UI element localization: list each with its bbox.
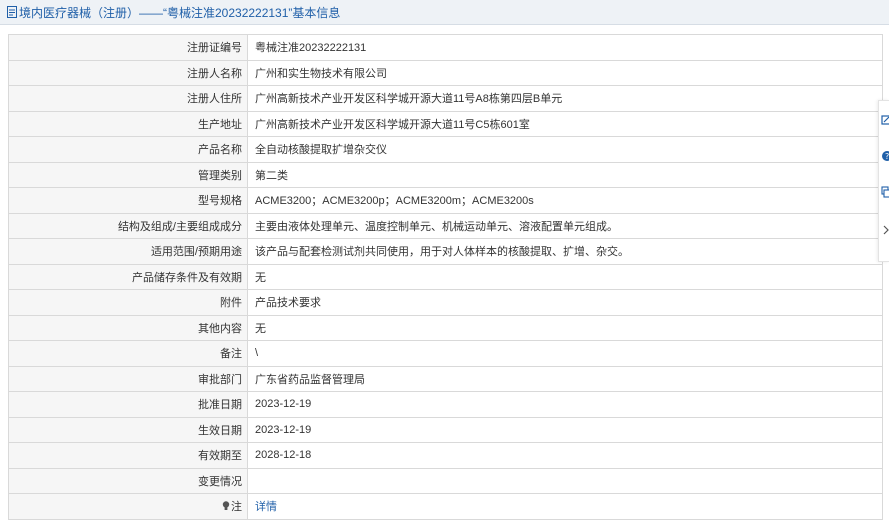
- row-value: 粤械注准20232222131: [247, 34, 883, 61]
- edit-icon[interactable]: [881, 113, 889, 127]
- note-row: 注 详情: [8, 493, 883, 520]
- lightbulb-icon: [222, 501, 230, 511]
- row-label: 结构及组成/主要组成成分: [8, 212, 248, 239]
- table-row: 生效日期 2023-12-19: [8, 416, 883, 443]
- table-row: 产品储存条件及有效期无: [8, 263, 883, 290]
- row-value: 2023-12-19: [247, 391, 883, 418]
- note-label: 注: [231, 501, 242, 514]
- table-row: 生产地址 广州高新技术产业开发区科学城开源大道11号C5栋601室: [8, 110, 883, 137]
- info-table: 注册证编号 粤械注准20232222131 注册人名称 广州和实生物技术有限公司 注…: [8, 34, 883, 520]
- row-label: 管理类别: [8, 161, 248, 188]
- row-label: 生产地址: [8, 110, 248, 137]
- row-label: 附件: [8, 289, 248, 316]
- note-label-cell: 注: [8, 493, 248, 520]
- row-value: 广州和实生物技术有限公司: [247, 59, 883, 86]
- page-title: 境内医疗器械（注册）——“粤械注准20232222131”基本信息: [19, 5, 341, 20]
- row-value: [247, 467, 883, 494]
- row-label: 其他内容: [8, 314, 248, 341]
- row-value: \: [247, 340, 883, 367]
- table-row: 变更情况: [8, 467, 883, 494]
- note-value: 详情: [247, 493, 883, 520]
- row-value: 广东省药品监督管理局: [247, 365, 883, 392]
- row-label: 有效期至: [8, 442, 248, 469]
- row-label: 备注: [8, 340, 248, 367]
- table-row: 附件 产品技术要求: [8, 289, 883, 316]
- table-row: 产品名称 全自动核酸提取扩增杂交仪: [8, 136, 883, 163]
- row-label: 批准日期: [8, 391, 248, 418]
- row-label: 注册证编号: [8, 34, 248, 61]
- table-row: 备注 \: [8, 340, 883, 367]
- copy-icon[interactable]: [881, 185, 889, 199]
- row-value: 全自动核酸提取扩增杂交仪: [247, 136, 883, 163]
- row-value: 广州高新技术产业开发区科学城开源大道11号C5栋601室: [247, 110, 883, 137]
- row-value: ACME3200；ACME3200p；ACME3200m；ACME3200s: [247, 187, 883, 214]
- help-icon[interactable]: ?: [881, 149, 889, 163]
- table-row: 批准日期 2023-12-19: [8, 391, 883, 418]
- row-value: 该产品与配套检测试剂共同使用，用于对人体样本的核酸提取、扩增、杂交。: [247, 238, 883, 265]
- row-value: 无: [247, 263, 883, 290]
- row-label: 审批部门: [8, 365, 248, 392]
- row-value: 广州高新技术产业开发区科学城开源大道11号A8栋第四层B单元: [247, 85, 883, 112]
- page-header: 境内医疗器械（注册）——“粤械注准20232222131”基本信息: [0, 0, 889, 25]
- row-value: 无: [247, 314, 883, 341]
- table-row: 型号规格 ACME3200；ACME3200p；ACME3200m；ACME320…: [8, 187, 883, 214]
- chevron-right-icon[interactable]: [881, 223, 889, 237]
- row-label: 变更情况: [8, 467, 248, 494]
- table-row: 注册证编号 粤械注准20232222131: [8, 34, 883, 61]
- row-value: 第二类: [247, 161, 883, 188]
- row-label: 注册人名称: [8, 59, 248, 86]
- details-link[interactable]: 详情: [255, 501, 277, 513]
- table-row: 注册人名称 广州和实生物技术有限公司: [8, 59, 883, 86]
- table-row: 审批部门 广东省药品监督管理局: [8, 365, 883, 392]
- table-row: 适用范围/预期用途 该产品与配套检测试剂共同使用，用于对人体样本的核酸提取、扩增、…: [8, 238, 883, 265]
- row-value: 2023-12-19: [247, 416, 883, 443]
- table-row: 结构及组成/主要组成成分 主要由液体处理单元、温度控制单元、机械运动单元、溶液配置…: [8, 212, 883, 239]
- document-icon: [7, 6, 17, 18]
- svg-text:?: ?: [885, 152, 889, 161]
- row-label: 适用范围/预期用途: [8, 238, 248, 265]
- table-row: 管理类别 第二类: [8, 161, 883, 188]
- row-label: 产品储存条件及有效期: [8, 263, 248, 290]
- row-label: 生效日期: [8, 416, 248, 443]
- row-label: 注册人住所: [8, 85, 248, 112]
- table-row: 其他内容无: [8, 314, 883, 341]
- table-row: 注册人住所 广州高新技术产业开发区科学城开源大道11号A8栋第四层B单元: [8, 85, 883, 112]
- row-label: 型号规格: [8, 187, 248, 214]
- row-value: 2028-12-18: [247, 442, 883, 469]
- side-toolbar: ?: [878, 100, 889, 262]
- row-value: 主要由液体处理单元、温度控制单元、机械运动单元、溶液配置单元组成。: [247, 212, 883, 239]
- row-label: 产品名称: [8, 136, 248, 163]
- row-value: 产品技术要求: [247, 289, 883, 316]
- table-row: 有效期至 2028-12-18: [8, 442, 883, 469]
